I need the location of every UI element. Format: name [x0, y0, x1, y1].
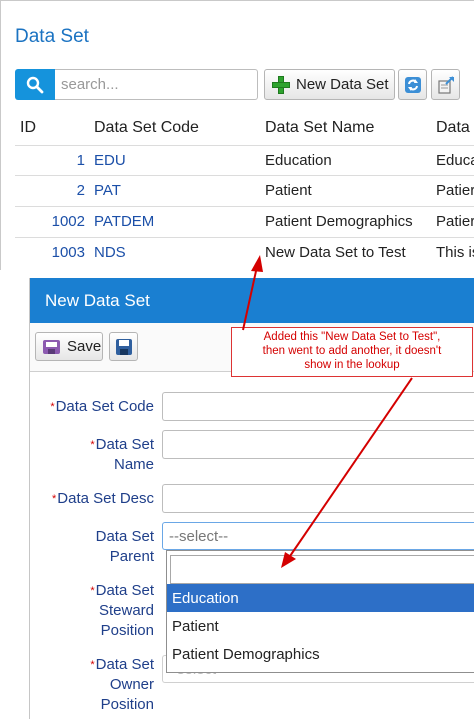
arrow-head-up [251, 255, 263, 272]
app-window: Data Set search... New Data Set ID Data … [0, 0, 474, 719]
arrow-head-down [281, 552, 296, 568]
arrow-to-lookup [287, 377, 413, 560]
annotation-arrows [242, 255, 413, 568]
arrow-to-new-row [242, 261, 259, 331]
